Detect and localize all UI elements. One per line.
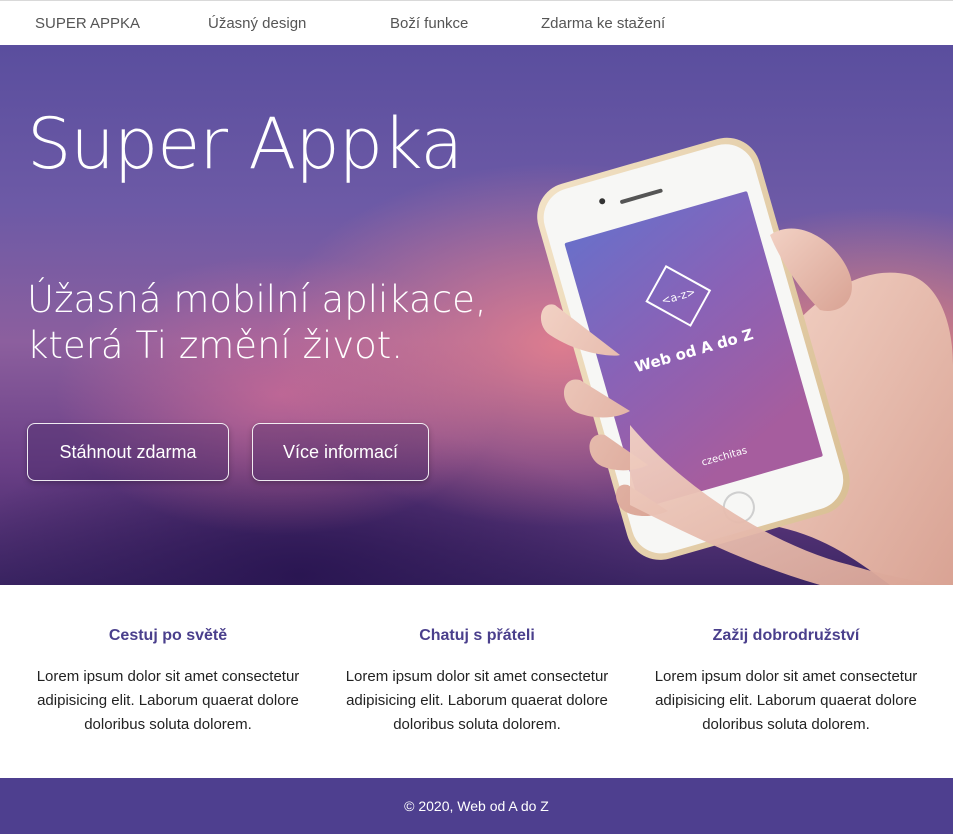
feature-title: Zažij dobrodružství (712, 627, 860, 644)
hero-title: Super Appka (27, 103, 463, 185)
feature-title: Cestuj po světě (108, 627, 228, 644)
phone-in-hand-image: <a-z> Web od A do Z czechitas (537, 137, 953, 585)
top-navigation: SUPER APPKA Úžasný design Boží funkce Zd… (0, 0, 953, 45)
nav-brand-link[interactable]: SUPER APPKA (35, 15, 140, 32)
feature-title: Chatuj s přáteli (419, 627, 535, 644)
feature-card: Chatuj s přáteli Lorem ipsum dolor sit a… (327, 627, 627, 737)
nav-link-download[interactable]: Zdarma ke stažení (541, 15, 665, 32)
feature-card: Cestuj po světě Lorem ipsum dolor sit am… (18, 627, 318, 737)
feature-text: Lorem ipsum dolor sit amet consectetur a… (36, 668, 300, 733)
footer-copyright: © 2020, Web od A do Z (404, 798, 549, 814)
nav-link-features[interactable]: Boží funkce (390, 15, 468, 32)
feature-card: Zažij dobrodružství Lorem ipsum dolor si… (636, 627, 936, 737)
hero-subtitle: Úžasná mobilní aplikace, která Ti změní … (27, 278, 487, 367)
hero-section: Super Appka Úžasná mobilní aplikace, kte… (0, 45, 953, 585)
nav-link-design[interactable]: Úžasný design (208, 15, 306, 32)
footer: © 2020, Web od A do Z (0, 778, 953, 834)
page: SUPER APPKA Úžasný design Boží funkce Zd… (0, 0, 953, 834)
features-section: Cestuj po světě Lorem ipsum dolor sit am… (0, 585, 953, 778)
feature-text: Lorem ipsum dolor sit amet consectetur a… (654, 668, 918, 733)
download-button[interactable]: Stáhnout zdarma (27, 423, 229, 481)
more-info-button[interactable]: Více informací (252, 423, 429, 481)
feature-text: Lorem ipsum dolor sit amet consectetur a… (345, 668, 609, 733)
